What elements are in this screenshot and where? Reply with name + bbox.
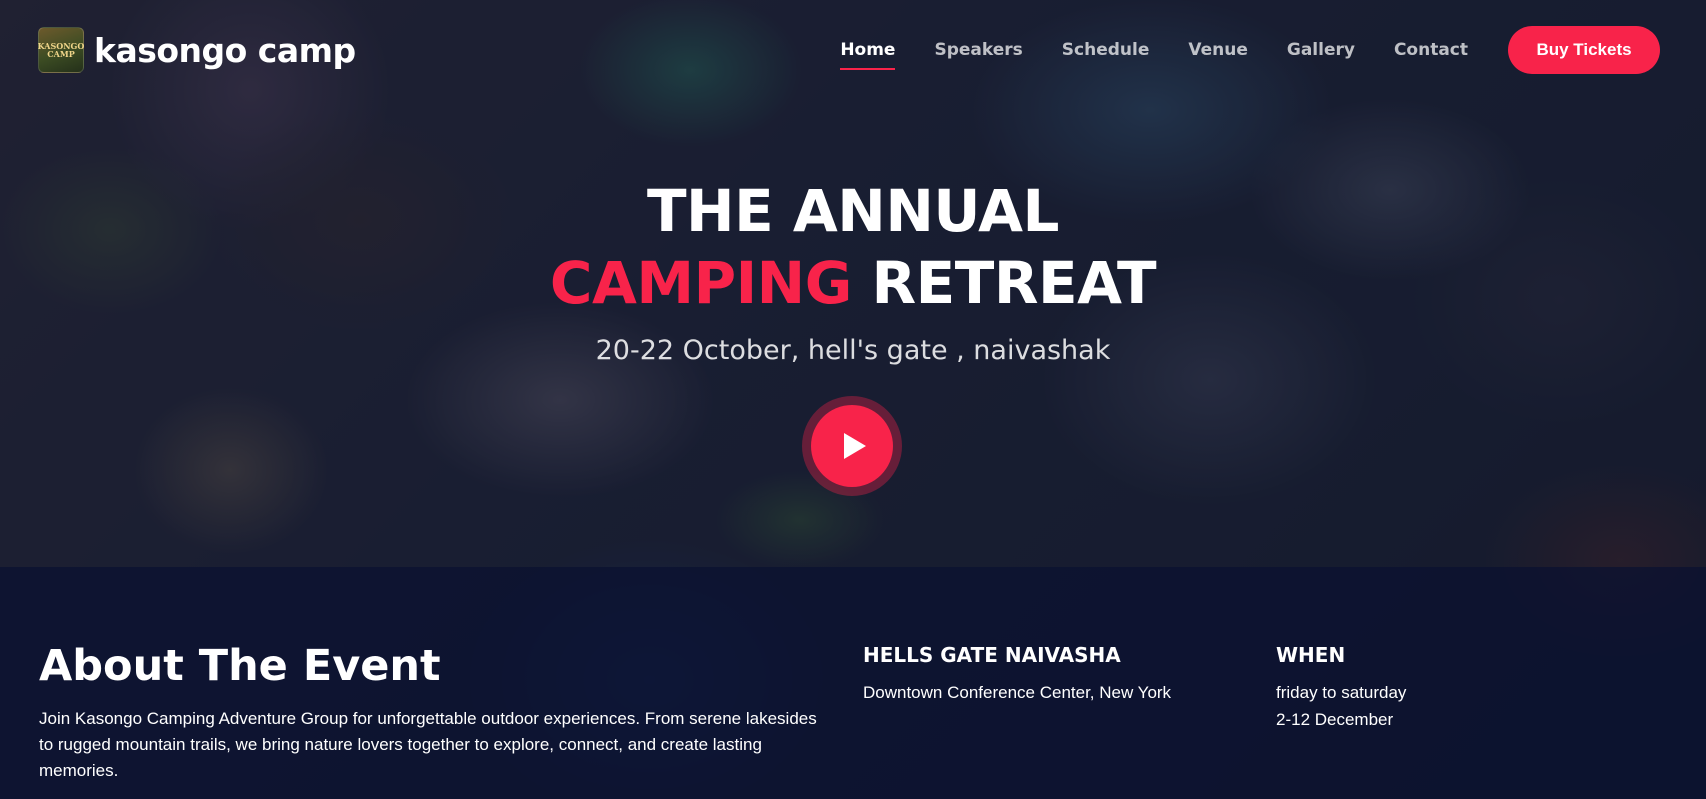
play-button-inner xyxy=(811,405,893,487)
hero-section: THE ANNUAL CAMPING RETREAT 20-22 October… xyxy=(0,175,1706,366)
nav-link-schedule[interactable]: Schedule xyxy=(1062,34,1150,66)
nav-links: Home Speakers Schedule Venue Gallery Con… xyxy=(840,34,1468,70)
when-dates: 2-12 December xyxy=(1276,710,1394,729)
play-video-button[interactable] xyxy=(802,396,902,496)
nav-link-venue[interactable]: Venue xyxy=(1188,34,1248,66)
nav-link-home[interactable]: Home xyxy=(840,34,896,70)
hero-title-line1: THE ANNUAL xyxy=(646,177,1060,245)
hero-subtitle: 20-22 October, hell's gate , naivashak xyxy=(595,335,1111,366)
play-icon xyxy=(843,433,866,459)
venue-title: HELLS GATE NAIVASHA xyxy=(863,643,1121,667)
main-nav: Home Speakers Schedule Venue Gallery Con… xyxy=(840,26,1660,74)
about-section: About The Event Join Kasongo Camping Adv… xyxy=(39,640,819,784)
buy-tickets-button[interactable]: Buy Tickets xyxy=(1508,26,1660,74)
hero-title-line2: RETREAT xyxy=(851,249,1157,317)
when-days: friday to saturday xyxy=(1276,683,1407,702)
hero-title: THE ANNUAL CAMPING RETREAT xyxy=(0,175,1706,319)
brand-home-link[interactable]: KASONGO CAMP kasongo camp xyxy=(38,27,356,73)
about-title: About The Event xyxy=(39,641,441,691)
venue-address: Downtown Conference Center, New York xyxy=(863,683,1172,702)
nav-link-contact[interactable]: Contact xyxy=(1394,34,1468,66)
when-info: WHEN friday to saturday 2-12 December xyxy=(1276,640,1406,733)
venue-info: HELLS GATE NAIVASHA Downtown Conference … xyxy=(863,640,1171,706)
brand-logo: KASONGO CAMP xyxy=(38,27,84,73)
hero-title-accent: CAMPING xyxy=(549,249,852,317)
about-description: Join Kasongo Camping Adventure Group for… xyxy=(39,709,817,780)
site-header: KASONGO CAMP kasongo camp Home Speakers … xyxy=(0,0,1706,100)
when-title: WHEN xyxy=(1276,643,1346,667)
nav-link-gallery[interactable]: Gallery xyxy=(1287,34,1355,66)
nav-link-speakers[interactable]: Speakers xyxy=(934,34,1022,66)
brand-name: kasongo camp xyxy=(94,30,356,70)
